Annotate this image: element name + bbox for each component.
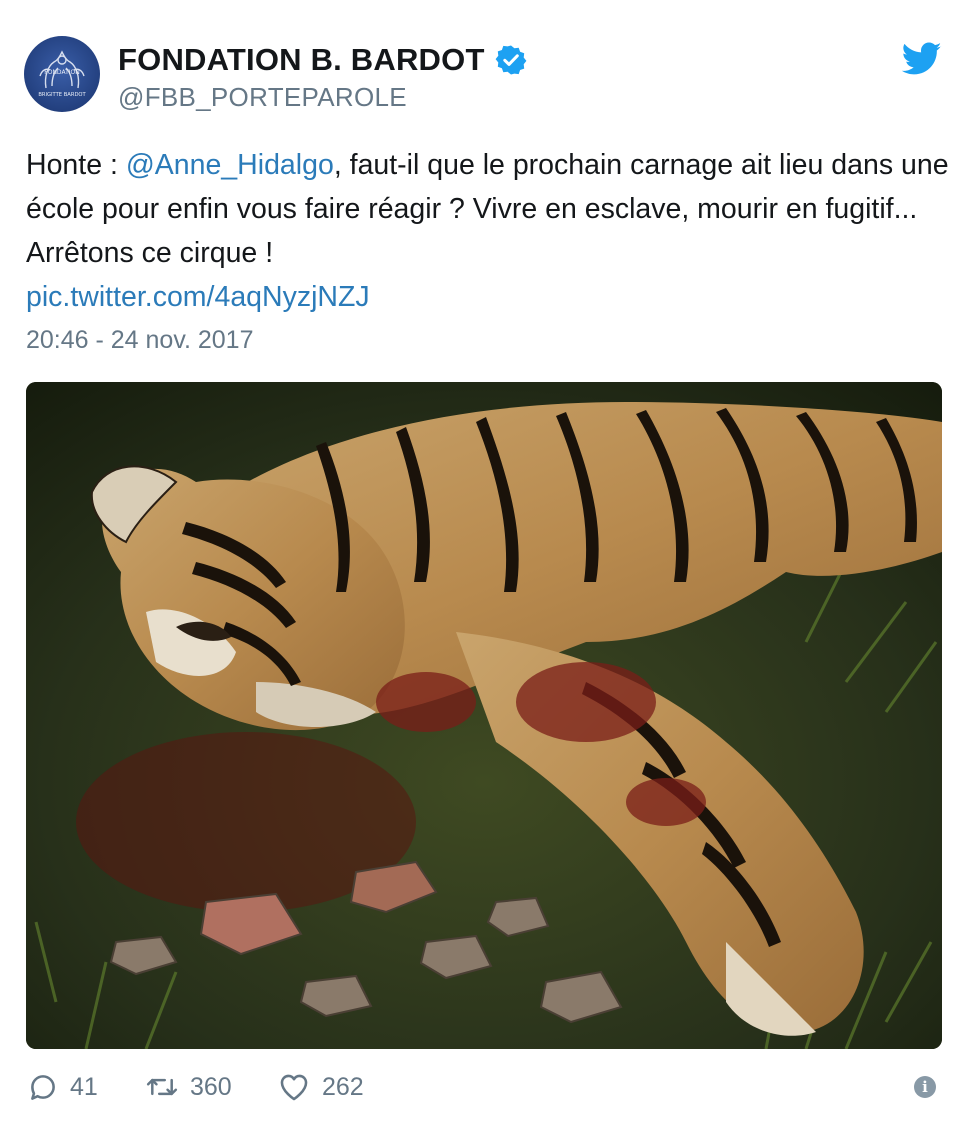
tweet-text-prefix: Honte : [26, 149, 126, 181]
tweet-actions: 41 360 262 i [26, 1066, 942, 1108]
info-icon[interactable]: i [914, 1076, 936, 1098]
embedded-tweet: FONDATION BRIGITTE BARDOT FONDATION B. B… [0, 0, 974, 1128]
tweet-text: Honte : @Anne_Hidalgo, faut-il que le pr… [26, 143, 956, 319]
mention-link[interactable]: @Anne_Hidalgo [126, 149, 334, 181]
tweet-timestamp[interactable]: 20:46 - 24 nov. 2017 [26, 326, 254, 355]
verified-badge-icon [495, 45, 526, 75]
like-action[interactable]: 262 [276, 1066, 364, 1108]
reply-count: 41 [70, 1072, 98, 1101]
tiger-photo [26, 382, 942, 1049]
avatar-logo-bottom-text: BRIGITTE BARDOT [38, 92, 86, 98]
retweet-count: 360 [190, 1072, 232, 1101]
media-link[interactable]: pic.twitter.com/4aqNyzjNZJ [26, 281, 370, 313]
reply-action[interactable]: 41 [26, 1066, 98, 1108]
reply-icon [31, 1075, 55, 1100]
tweet-photo[interactable] [26, 382, 942, 1049]
retweet-action[interactable]: 360 [144, 1066, 232, 1108]
author-handle[interactable]: @FBB_PORTEPAROLE [118, 82, 407, 113]
avatar-logo-top-text: FONDATION [44, 69, 79, 76]
heart-icon [280, 1074, 308, 1101]
retweet-icon [146, 1078, 178, 1096]
author-name-row[interactable]: FONDATION B. BARDOT [118, 40, 527, 80]
twitter-bird-icon[interactable] [902, 42, 942, 76]
like-count: 262 [322, 1072, 364, 1101]
avatar[interactable]: FONDATION BRIGITTE BARDOT [24, 36, 100, 112]
author-display-name[interactable]: FONDATION B. BARDOT [118, 42, 485, 78]
foundation-logo-icon: FONDATION BRIGITTE BARDOT [38, 50, 87, 98]
